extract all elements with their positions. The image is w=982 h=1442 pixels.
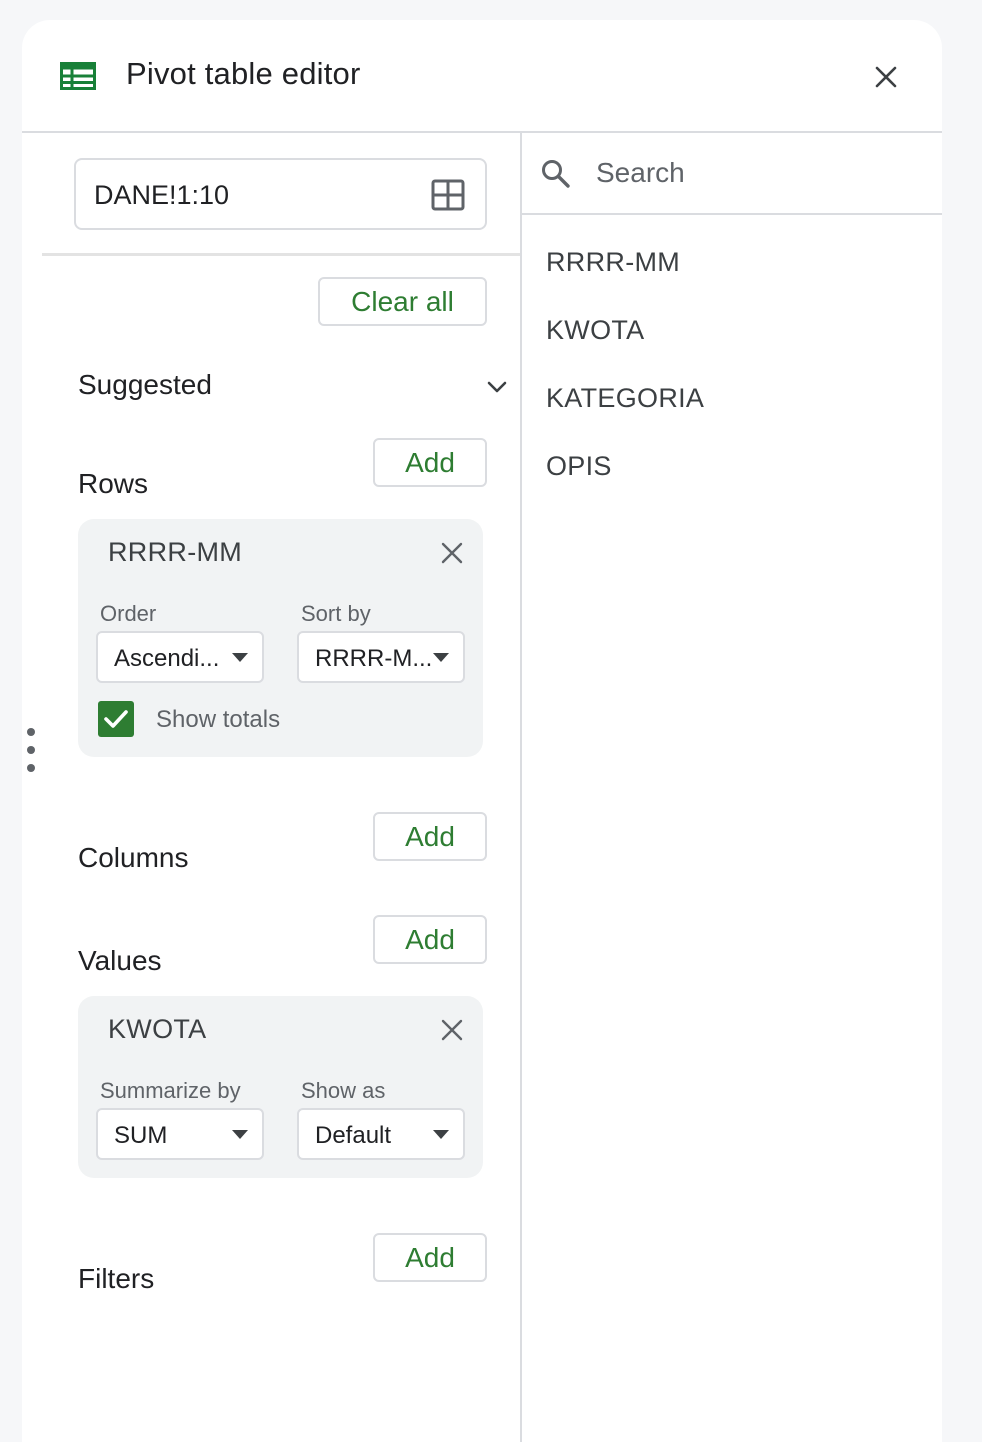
chevron-down-icon[interactable] (486, 380, 508, 394)
order-label: Order (100, 601, 157, 626)
columns-heading: Columns (78, 842, 189, 873)
checkmark-icon (104, 710, 128, 728)
summarize-by-label: Summarize by (100, 1078, 241, 1103)
divider (42, 253, 520, 256)
value-field-title: KWOTA (108, 1014, 207, 1044)
columns-add-button[interactable]: Add (373, 812, 487, 861)
remove-value-field-icon[interactable] (440, 1018, 464, 1042)
field-item-opis[interactable]: OPIS (546, 451, 612, 482)
show-totals-checkbox[interactable] (98, 701, 134, 737)
clear-all-button[interactable]: Clear all (318, 277, 487, 326)
summarize-by-dropdown[interactable]: SUM (96, 1108, 264, 1160)
values-heading: Values (78, 945, 162, 976)
order-value: Ascendi... (114, 645, 220, 672)
dropdown-arrow-icon (433, 1130, 449, 1139)
select-range-grid-icon[interactable] (431, 179, 465, 211)
value-field-card: KWOTA Summarize by Show as SUM Default (78, 996, 483, 1178)
field-item-kwota[interactable]: KWOTA (546, 315, 645, 346)
close-icon[interactable] (874, 65, 898, 89)
row-field-card: RRRR-MM Order Sort by Ascendi... RRRR-M.… (78, 519, 483, 757)
panel-title: Pivot table editor (126, 56, 361, 91)
values-add-button[interactable]: Add (373, 915, 487, 964)
dropdown-arrow-icon (433, 653, 449, 662)
dropdown-arrow-icon (232, 653, 248, 662)
remove-row-field-icon[interactable] (440, 541, 464, 565)
rows-heading: Rows (78, 468, 149, 499)
data-range-field[interactable]: DANE!1:10 (74, 158, 487, 230)
sort-by-label: Sort by (301, 601, 371, 626)
suggested-heading[interactable]: Suggested (78, 369, 212, 401)
divider (522, 213, 942, 215)
order-dropdown[interactable]: Ascendi... (96, 631, 264, 683)
show-as-value: Default (315, 1122, 392, 1149)
sort-by-value: RRRR-M... (315, 645, 433, 672)
dropdown-arrow-icon (232, 1130, 248, 1139)
field-item-rrrr-mm[interactable]: RRRR-MM (546, 247, 680, 278)
filters-add-button[interactable]: Add (373, 1233, 487, 1282)
search-icon (542, 160, 570, 188)
search-input[interactable] (596, 155, 916, 191)
data-range-value: DANE!1:10 (94, 180, 230, 210)
show-as-dropdown[interactable]: Default (297, 1108, 465, 1160)
sheets-table-icon (60, 62, 96, 90)
drag-handle-icon[interactable] (26, 727, 36, 773)
panel-header: Pivot table editor (22, 20, 942, 133)
show-totals-label: Show totals (156, 706, 281, 733)
row-field-title: RRRR-MM (108, 537, 243, 567)
summarize-by-value: SUM (114, 1122, 168, 1149)
show-as-label: Show as (301, 1078, 386, 1103)
pivot-config-column: DANE!1:10 Clear all Suggested Rows Add R… (22, 133, 520, 1442)
sort-by-dropdown[interactable]: RRRR-M... (297, 631, 465, 683)
field-item-kategoria[interactable]: KATEGORIA (546, 383, 704, 414)
rows-add-button[interactable]: Add (373, 438, 487, 487)
field-list-column: RRRR-MM KWOTA KATEGORIA OPIS (520, 133, 942, 1442)
filters-heading: Filters (78, 1263, 155, 1294)
pivot-editor-panel: Pivot table editor DANE!1:10 Clear all S… (22, 20, 942, 1442)
